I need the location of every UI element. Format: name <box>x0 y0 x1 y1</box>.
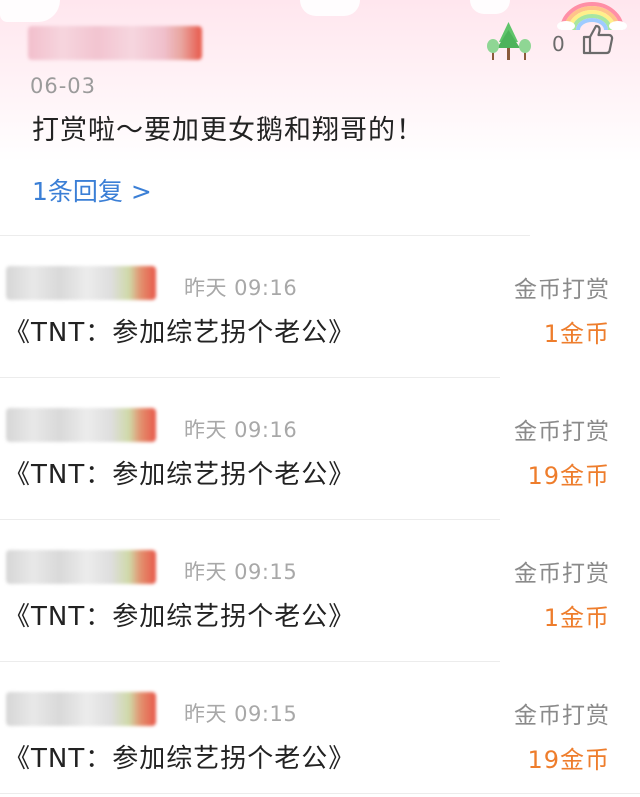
reward-time: 昨天 09:16 <box>184 276 298 300</box>
comment-date: 06-03 <box>30 74 97 98</box>
divider <box>0 519 500 520</box>
book-title[interactable]: 《TNT：参加综艺拐个老公》 <box>4 738 355 775</box>
comment-card: 0 06-03 打赏啦～要加更女鹅和翔哥的！ 1条回复 > <box>0 0 640 232</box>
divider <box>0 377 500 378</box>
reward-time: 昨天 09:16 <box>184 418 298 442</box>
like-count: 0 <box>552 32 565 56</box>
trees-icon <box>487 22 531 60</box>
book-title[interactable]: 《TNT：参加综艺拐个老公》 <box>4 454 355 491</box>
coin-amount: 19金币 <box>527 462 610 490</box>
coin-amount: 1金币 <box>543 320 610 348</box>
reward-type: 金币打赏 <box>514 561 610 587</box>
coin-amount: 1金币 <box>543 604 610 632</box>
reward-row: 昨天 09:15 金币打赏 《TNT：参加综艺拐个老公》 19金币 <box>0 676 640 797</box>
blurred-username[interactable] <box>6 550 156 584</box>
reward-time: 昨天 09:15 <box>184 560 298 584</box>
blurred-username[interactable] <box>6 692 156 726</box>
comment-text: 打赏啦～要加更女鹅和翔哥的！ <box>32 115 424 146</box>
blurred-username[interactable] <box>6 266 156 300</box>
coin-amount: 19金币 <box>527 746 610 774</box>
blurred-username[interactable] <box>6 408 156 442</box>
divider <box>0 235 530 236</box>
reply-link[interactable]: 1条回复 > <box>32 172 152 208</box>
blurred-username[interactable] <box>28 26 202 60</box>
reward-type: 金币打赏 <box>514 419 610 445</box>
cloud-decoration <box>470 0 510 14</box>
book-title[interactable]: 《TNT：参加综艺拐个老公》 <box>4 596 355 633</box>
book-title[interactable]: 《TNT：参加综艺拐个老公》 <box>4 312 355 349</box>
reward-type: 金币打赏 <box>514 277 610 303</box>
reward-row: 昨天 09:15 金币打赏 《TNT：参加综艺拐个老公》 1金币 <box>0 534 640 676</box>
reward-row: 昨天 09:16 金币打赏 《TNT：参加综艺拐个老公》 19金币 <box>0 392 640 534</box>
divider <box>0 793 640 794</box>
reward-row: 昨天 09:16 金币打赏 《TNT：参加综艺拐个老公》 1金币 <box>0 250 640 392</box>
reward-type: 金币打赏 <box>514 703 610 729</box>
cloud-decoration <box>300 0 360 16</box>
cloud-decoration <box>0 0 60 22</box>
divider <box>0 661 500 662</box>
reward-time: 昨天 09:15 <box>184 702 298 726</box>
thumbs-up-icon[interactable] <box>580 22 616 58</box>
